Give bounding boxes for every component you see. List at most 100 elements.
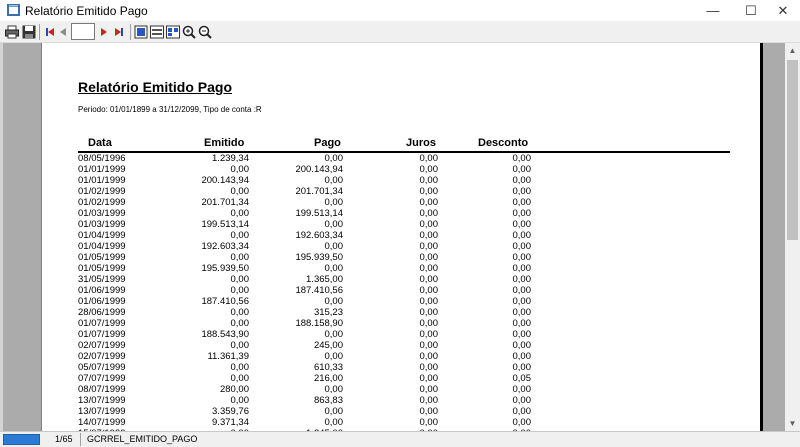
table-row: 01/05/1999 195.939,50 0,00 0,00 0,00 xyxy=(42,263,742,274)
cell-data: 08/05/1996 xyxy=(78,153,126,164)
table-row: 01/04/1999 0,00 192.603,34 0,00 0,00 xyxy=(42,230,742,241)
cell-emitido: 0,00 xyxy=(230,340,250,351)
toolbar xyxy=(0,21,800,43)
last-page-icon[interactable] xyxy=(111,24,127,40)
close-button[interactable]: ✕ xyxy=(766,0,800,21)
table-row: 01/06/1999 0,00 187.410,56 0,00 0,00 xyxy=(42,285,742,296)
cell-emitido: 1.239,34 xyxy=(212,153,249,164)
cell-juros: 0,00 xyxy=(419,164,439,175)
zoom-in-icon[interactable] xyxy=(181,24,197,40)
cell-emitido: 9.371,34 xyxy=(212,417,249,428)
cell-pago: 188.158,90 xyxy=(295,318,343,329)
cell-pago: 192.603,34 xyxy=(295,230,343,241)
cell-data: 14/07/1999 xyxy=(78,417,126,428)
cell-data: 01/02/1999 xyxy=(78,186,126,197)
cell-desconto: 0,00 xyxy=(512,274,532,285)
printer-icon[interactable] xyxy=(4,24,20,40)
cell-juros: 0,00 xyxy=(419,263,439,274)
page-number-input[interactable] xyxy=(71,23,95,40)
cell-data: 13/07/1999 xyxy=(78,395,126,406)
cell-pago: 216,00 xyxy=(313,373,343,384)
page-width-icon[interactable] xyxy=(149,24,165,40)
cell-juros: 0,00 xyxy=(419,329,439,340)
cell-data: 01/06/1999 xyxy=(78,285,126,296)
cell-juros: 0,00 xyxy=(419,406,439,417)
cell-pago: 0,00 xyxy=(324,296,344,307)
cell-desconto: 0,00 xyxy=(512,230,532,241)
cell-pago: 0,00 xyxy=(324,241,344,252)
cell-data: 02/07/1999 xyxy=(78,340,126,351)
cell-juros: 0,00 xyxy=(419,351,439,362)
cell-emitido: 195.939,50 xyxy=(201,263,249,274)
maximize-button[interactable]: ☐ xyxy=(734,0,768,21)
column-header-data: Data xyxy=(88,137,112,149)
title-bar: Relatório Emitido Pago — ☐ ✕ xyxy=(0,0,800,21)
cell-juros: 0,00 xyxy=(419,395,439,406)
cell-pago: 0,00 xyxy=(324,329,344,340)
cell-data: 02/07/1999 xyxy=(78,351,126,362)
cell-emitido: 0,00 xyxy=(230,318,250,329)
next-page-icon[interactable] xyxy=(96,24,112,40)
cell-data: 01/07/1999 xyxy=(78,318,126,329)
cell-desconto: 0,00 xyxy=(512,384,532,395)
progress-bar xyxy=(3,434,40,445)
status-page-count: 1/65 xyxy=(55,434,73,444)
table-row: 01/03/1999 0,00 199.513,14 0,00 0,00 xyxy=(42,208,742,219)
table-row: 28/06/1999 0,00 315,23 0,00 0,00 xyxy=(42,307,742,318)
scroll-down-button[interactable]: ▼ xyxy=(785,416,800,431)
table-row: 01/04/1999 192.603,34 0,00 0,00 0,00 xyxy=(42,241,742,252)
cell-juros: 0,00 xyxy=(419,340,439,351)
multi-page-icon[interactable] xyxy=(165,24,181,40)
cell-desconto: 0,00 xyxy=(512,296,532,307)
cell-emitido: 201.701,34 xyxy=(201,197,249,208)
status-report-name: GCRREL_EMITIDO_PAGO xyxy=(87,434,198,444)
status-bar: 1/65 GCRREL_EMITIDO_PAGO xyxy=(0,431,800,447)
cell-juros: 0,00 xyxy=(419,208,439,219)
scroll-up-button[interactable]: ▲ xyxy=(785,43,800,58)
cell-desconto: 0,00 xyxy=(512,406,532,417)
prev-page-icon[interactable] xyxy=(55,24,71,40)
report-rows: 08/05/1996 1.239,34 0,00 0,00 0,00 01/01/1999… xyxy=(42,153,742,431)
cell-desconto: 0,00 xyxy=(512,362,532,373)
cell-emitido: 0,00 xyxy=(230,186,250,197)
cell-emitido: 0,00 xyxy=(230,362,250,373)
cell-desconto: 0,00 xyxy=(512,307,532,318)
cell-data: 01/01/1999 xyxy=(78,164,126,175)
save-icon[interactable] xyxy=(21,24,37,40)
column-header-pago: Pago xyxy=(314,137,341,149)
app-icon xyxy=(7,4,20,16)
cell-desconto: 0,00 xyxy=(512,318,532,329)
cell-desconto: 0,00 xyxy=(512,252,532,263)
cell-pago: 0,00 xyxy=(324,351,344,362)
cell-data: 01/02/1999 xyxy=(78,197,126,208)
cell-juros: 0,00 xyxy=(419,417,439,428)
cell-pago: 0,00 xyxy=(324,384,344,395)
cell-emitido: 0,00 xyxy=(230,373,250,384)
table-row: 13/07/1999 3.359,76 0,00 0,00 0,00 xyxy=(42,406,742,417)
cell-emitido: 0,00 xyxy=(230,208,250,219)
cell-data: 01/07/1999 xyxy=(78,329,126,340)
cell-data: 01/03/1999 xyxy=(78,208,126,219)
cell-data: 13/07/1999 xyxy=(78,406,126,417)
minimize-button[interactable]: — xyxy=(696,0,730,21)
cell-pago: 200.143,94 xyxy=(295,164,343,175)
cell-emitido: 200.143,94 xyxy=(201,175,249,186)
cell-juros: 0,00 xyxy=(419,285,439,296)
table-row: 13/07/1999 0,00 863,83 0,00 0,00 xyxy=(42,395,742,406)
zoom-out-icon[interactable] xyxy=(197,24,213,40)
cell-emitido: 0,00 xyxy=(230,230,250,241)
toolbar-separator xyxy=(39,24,40,40)
cell-data: 01/04/1999 xyxy=(78,230,126,241)
cell-juros: 0,00 xyxy=(419,219,439,230)
cell-emitido: 11.361,39 xyxy=(207,351,249,362)
cell-emitido: 280,00 xyxy=(219,384,249,395)
scroll-thumb[interactable] xyxy=(787,60,798,240)
report-viewer[interactable]: Relatório Emitido Pago Periodo: 01/01/18… xyxy=(0,43,785,431)
cell-desconto: 0,00 xyxy=(512,417,532,428)
report-period: Periodo: 01/01/1899 a 31/12/2099, Tipo d… xyxy=(78,105,262,114)
cell-desconto: 0,00 xyxy=(512,219,532,230)
cell-emitido: 199.513,14 xyxy=(201,219,249,230)
vertical-scrollbar[interactable]: ▲ ▼ xyxy=(785,43,800,431)
whole-page-icon[interactable] xyxy=(133,24,149,40)
cell-pago: 610,33 xyxy=(313,362,343,373)
